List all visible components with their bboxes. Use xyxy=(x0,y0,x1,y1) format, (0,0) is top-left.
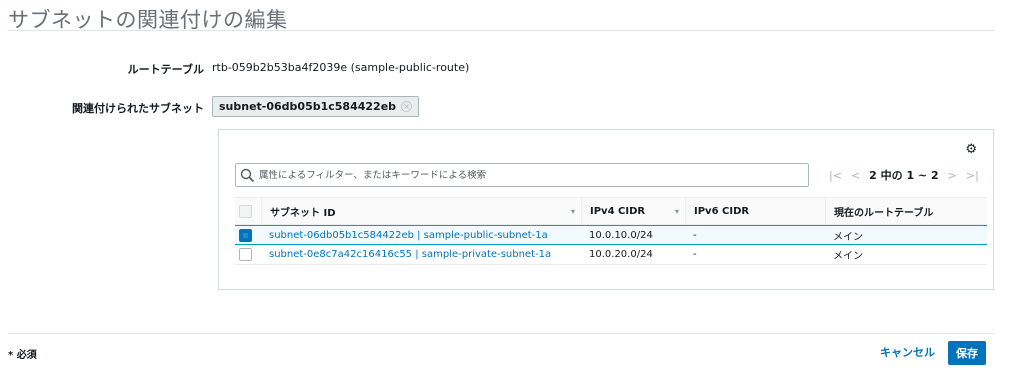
search-icon xyxy=(240,168,255,183)
column-header-route-table[interactable]: 現在のルートテーブル xyxy=(825,197,987,225)
ipv6-cidr: - xyxy=(693,249,697,260)
prev-page-button[interactable]: < xyxy=(851,169,860,182)
column-header-subnet-id-label: サブネット ID xyxy=(270,207,336,219)
last-page-button[interactable]: >| xyxy=(966,169,979,182)
select-all-checkbox[interactable] xyxy=(239,204,252,218)
column-header-ipv6[interactable]: IPv6 CIDR xyxy=(685,197,825,225)
search-input[interactable] xyxy=(259,169,799,181)
row-checkbox[interactable] xyxy=(239,248,252,261)
close-circle-icon[interactable]: × xyxy=(401,101,413,112)
column-header-route-table-label: 現在のルートテーブル xyxy=(834,207,934,219)
next-page-button[interactable]: > xyxy=(948,169,957,182)
title-divider xyxy=(8,30,994,31)
row-checkbox[interactable] xyxy=(239,228,252,242)
current-route-table: メイン xyxy=(833,231,863,243)
column-header-ipv4-label: IPv4 CIDR xyxy=(590,205,646,217)
ipv6-cidr: - xyxy=(693,229,697,241)
column-header-ipv6-label: IPv6 CIDR xyxy=(694,205,750,217)
pagination: |< < 2 中の 1 ~ 2 > >| xyxy=(829,167,979,183)
associated-subnets-label: 関連付けられたサブネット xyxy=(72,102,204,115)
page-count: 2 中の 1 ~ 2 xyxy=(869,169,939,182)
subnet-table-panel: ⚙ |< < 2 中の 1 ~ 2 > >| サブネット ID ▾ IPv4 CI… xyxy=(218,129,994,290)
subnet-table: サブネット ID ▾ IPv4 CIDR ▾ IPv6 CIDR 現在のルートテーブ… xyxy=(235,197,987,265)
subnet-id-link[interactable]: subnet-0e8c7a42c16416c55 | sample-privat… xyxy=(261,249,581,260)
current-route-table: メイン xyxy=(833,251,863,262)
selected-subnet-token-label: subnet-06db05b1c584422eb xyxy=(219,100,397,113)
select-all-cell xyxy=(235,197,261,225)
cancel-button[interactable]: キャンセル xyxy=(880,344,935,360)
footer-divider xyxy=(8,333,994,334)
column-header-subnet-id[interactable]: サブネット ID ▾ xyxy=(261,197,581,225)
route-table-value: rtb-059b2b53ba4f2039e (sample-public-rou… xyxy=(212,61,470,74)
gear-icon[interactable]: ⚙ xyxy=(965,142,977,157)
table-header: サブネット ID ▾ IPv4 CIDR ▾ IPv6 CIDR 現在のルートテーブ… xyxy=(235,197,987,225)
first-page-button[interactable]: |< xyxy=(829,169,842,182)
ipv4-cidr: 10.0.20.0/24 xyxy=(589,249,653,260)
search-box[interactable] xyxy=(235,163,809,187)
selected-subnet-token: subnet-06db05b1c584422eb × xyxy=(212,96,420,117)
caret-down-icon: ▾ xyxy=(674,206,679,216)
row-checkbox-cell xyxy=(235,248,261,261)
subnet-id-link[interactable]: subnet-06db05b1c584422eb | sample-public… xyxy=(261,230,581,241)
save-button[interactable]: 保存 xyxy=(948,341,986,365)
table-row[interactable]: subnet-0e8c7a42c16416c55 | sample-privat… xyxy=(235,245,987,265)
ipv4-cidr: 10.0.10.0/24 xyxy=(589,229,653,241)
route-table-label: ルートテーブル xyxy=(127,63,204,76)
required-note: * 必須 xyxy=(8,350,37,361)
table-row[interactable]: subnet-06db05b1c584422eb | sample-public… xyxy=(235,225,987,245)
column-header-ipv4[interactable]: IPv4 CIDR ▾ xyxy=(581,197,685,225)
caret-down-icon: ▾ xyxy=(570,206,575,216)
row-checkbox-cell xyxy=(235,228,261,242)
